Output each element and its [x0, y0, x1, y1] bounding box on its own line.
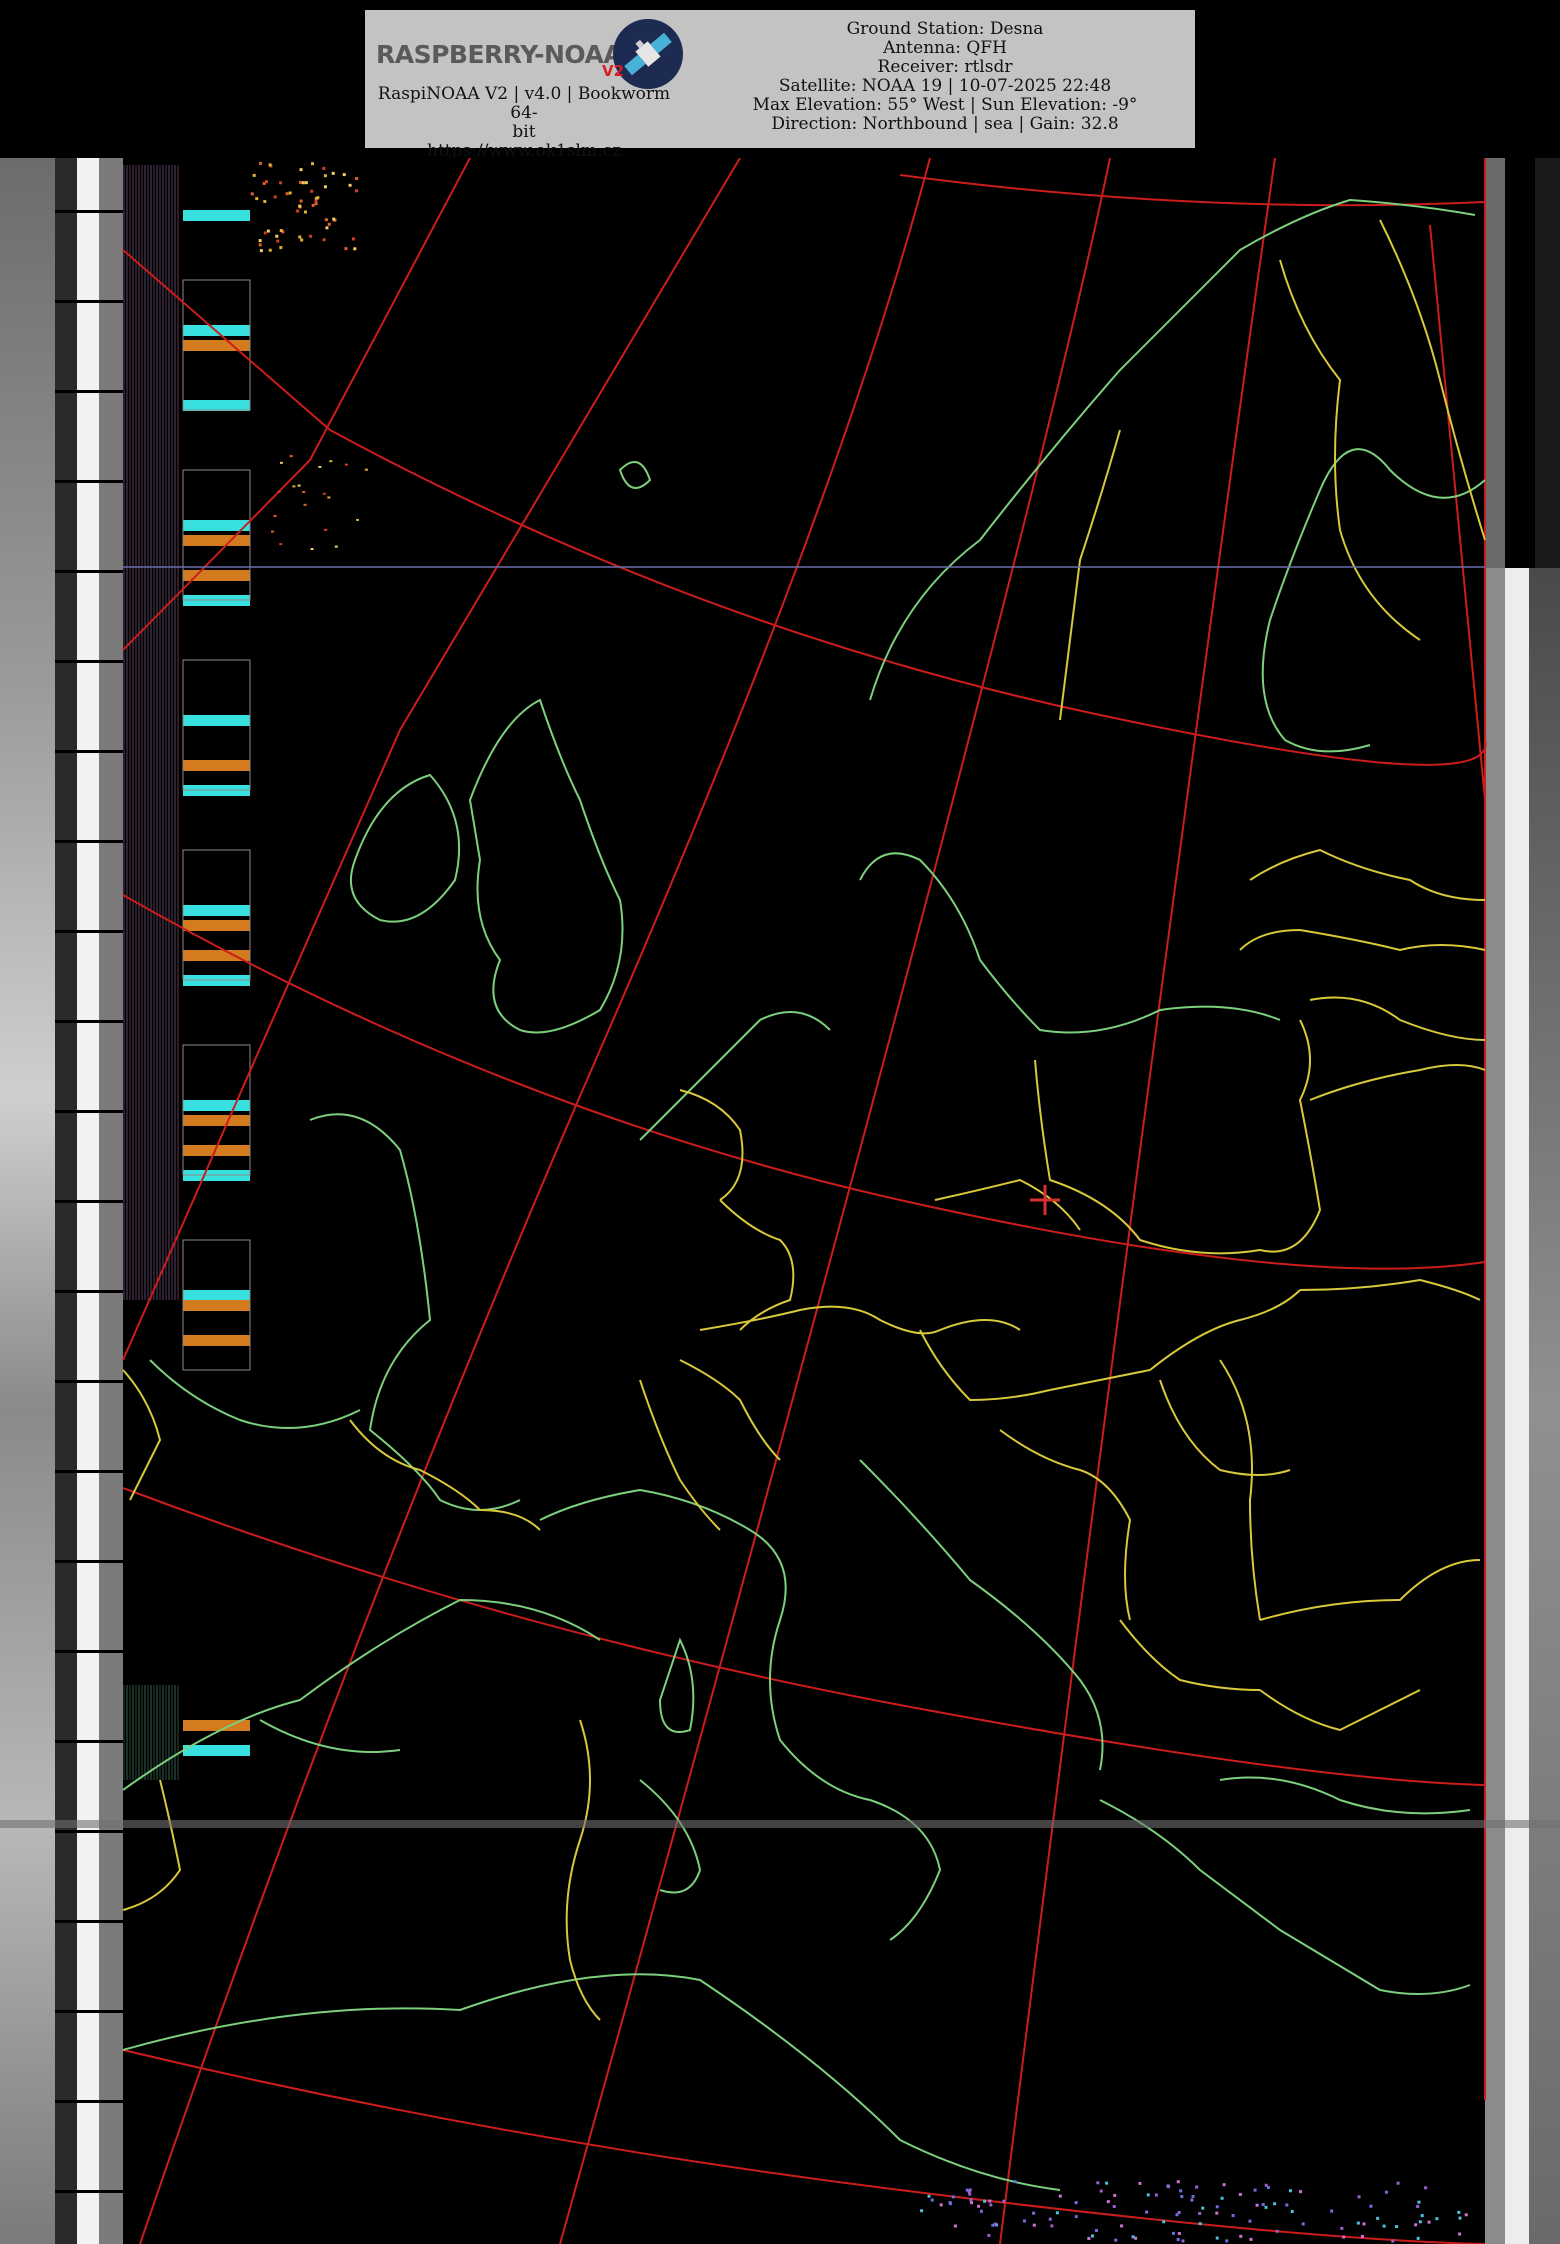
left-telemetry-strip: [0, 158, 123, 2244]
ground-station-text: Ground Station: Desna: [846, 19, 1044, 39]
elevation-text: Max Elevation: 55° West | Sun Elevation:…: [752, 95, 1138, 115]
info-panel: RASPBERRY-NOAA V2 RaspiNOAA V2 | v4.0 | …: [365, 10, 1195, 161]
right-telemetry-strip: [1485, 158, 1560, 2244]
station-info: Ground Station: Desna Antenna: QFH Recei…: [695, 20, 1195, 134]
version-line-2: bit: [512, 122, 536, 142]
logo-version-badge: V2: [602, 62, 625, 80]
version-text: RaspiNOAA V2 | v4.0 | Bookworm 64- bit h…: [365, 85, 683, 161]
scan-glitch-band: [0, 1820, 1560, 1828]
antenna-text: Antenna: QFH: [883, 38, 1007, 58]
direction-text: Direction: Northbound | sea | Gain: 32.8: [771, 114, 1119, 134]
satellite-text: Satellite: NOAA 19 | 10-07-2025 22:48: [778, 76, 1112, 96]
version-line-1: RaspiNOAA V2 | v4.0 | Bookworm 64-: [377, 84, 671, 123]
receiver-text: Receiver: rtlsdr: [877, 57, 1013, 77]
logo-text: RASPBERRY-NOAA: [376, 40, 623, 69]
satellite-map-image: [0, 158, 1560, 2244]
raspberry-noaa-logo: RASPBERRY-NOAA V2: [370, 14, 683, 92]
